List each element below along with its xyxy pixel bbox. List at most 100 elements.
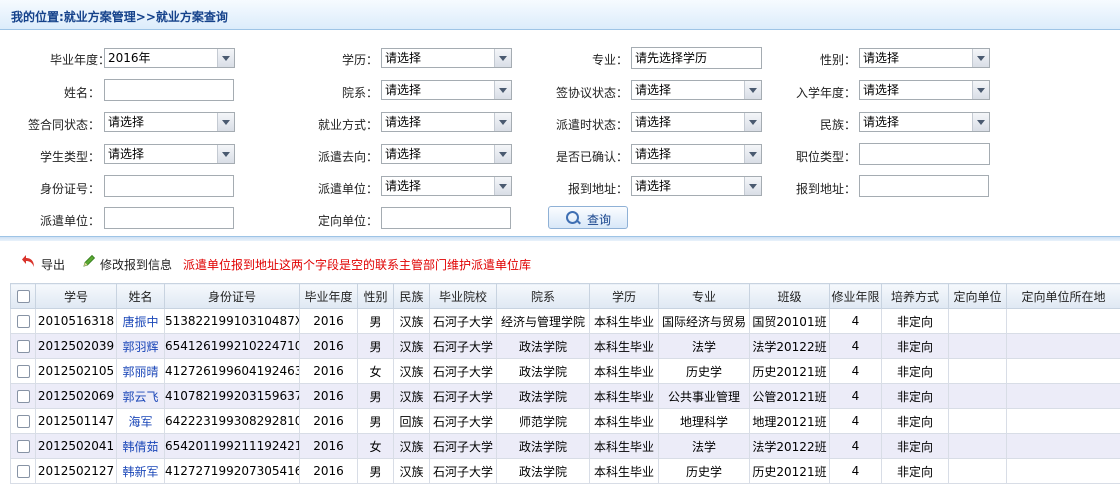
col-header[interactable]: 姓名 [116, 283, 165, 309]
dispatch-unit-select[interactable]: 请选择 [381, 176, 512, 196]
grad-year-select[interactable]: 2016年 [104, 48, 235, 68]
table-cell: 石河子大学 [429, 358, 497, 384]
enroll-year-select[interactable]: 请选择 [859, 80, 990, 100]
table-cell: 654126199210224710 [164, 333, 300, 359]
table-cell: 412726199604192463 [164, 358, 300, 384]
report-address-field[interactable] [859, 175, 989, 197]
table-cell: 女 [357, 358, 394, 384]
report-address-select[interactable]: 请选择 [631, 176, 762, 196]
chevron-down-icon [217, 49, 234, 67]
enroll-year-label: 入学年度： [795, 86, 856, 100]
col-header[interactable]: 培养方式 [881, 283, 949, 309]
export-button[interactable]: 导出 [41, 256, 65, 273]
table-cell: 石河子大学 [429, 308, 497, 334]
table-cell: 非定向 [881, 333, 949, 359]
student-name-link[interactable]: 唐振中 [116, 308, 165, 334]
row-checkbox[interactable] [10, 458, 36, 484]
student-name-link[interactable]: 韩倩茹 [116, 433, 165, 459]
table-cell: 石河子大学 [429, 458, 497, 484]
education-select[interactable]: 请选择 [381, 48, 512, 68]
job-type-field[interactable] [859, 143, 990, 165]
table-cell: 本科生毕业 [589, 383, 659, 409]
col-header[interactable]: 修业年限 [829, 283, 882, 309]
directed-unit-field[interactable] [381, 207, 511, 229]
table-cell: 2016 [299, 358, 358, 384]
student-name-link[interactable]: 郭丽晴 [116, 358, 165, 384]
student-name-link[interactable]: 海军 [116, 408, 165, 434]
table-cell: 地理科学 [658, 408, 750, 434]
search-icon [566, 211, 579, 224]
table-cell: 政法学院 [496, 458, 590, 484]
query-button-label: 查询 [587, 213, 612, 227]
table-row[interactable]: 2012502069 郭云飞 410782199203159637 2016 男汉族 石河… [10, 383, 1120, 409]
department-select[interactable]: 请选择 [381, 80, 512, 100]
table-cell [1006, 308, 1120, 334]
table-cell: 汉族 [393, 383, 430, 409]
table-cell: 非定向 [881, 383, 949, 409]
table-row[interactable]: 2012501147 海军 642223199308292810 2016 男回族 石河子… [10, 408, 1120, 434]
col-header[interactable]: 学号 [35, 283, 117, 309]
agreement-status-select[interactable]: 请选择 [631, 80, 762, 100]
table-cell: 2012502041 [35, 433, 117, 459]
table-cell: 法学 [658, 433, 750, 459]
query-button[interactable]: 查询 [548, 206, 628, 229]
table-cell: 男 [357, 333, 394, 359]
student-name-link[interactable]: 韩新军 [116, 458, 165, 484]
col-header[interactable]: 毕业年度 [299, 283, 358, 309]
contract-status-select[interactable]: 请选择 [104, 112, 235, 132]
chevron-down-icon [494, 177, 511, 195]
col-header[interactable]: 院系 [496, 283, 590, 309]
confirmed-select[interactable]: 请选择 [631, 144, 762, 164]
row-checkbox[interactable] [10, 383, 36, 409]
row-checkbox[interactable] [10, 308, 36, 334]
dispatch-direction-select[interactable]: 请选择 [381, 144, 512, 164]
employ-mode-select[interactable]: 请选择 [381, 112, 512, 132]
col-header[interactable]: 定向单位所在地 [1006, 283, 1120, 309]
gender-select[interactable]: 请选择 [859, 48, 990, 68]
major-field[interactable]: 请先选择学历 [631, 47, 762, 69]
table-cell [948, 308, 1007, 334]
table-row[interactable]: 2012502127 韩新军 412727199207305416 2016 男汉族 石河… [10, 458, 1120, 484]
select-all-checkbox[interactable] [10, 283, 36, 309]
chevron-down-icon [494, 113, 511, 131]
col-header[interactable]: 民族 [393, 283, 430, 309]
name-field[interactable] [104, 79, 234, 101]
table-cell: 法学 [658, 333, 750, 359]
table-cell [948, 358, 1007, 384]
col-header[interactable]: 毕业院校 [429, 283, 497, 309]
employ-mode-label: 就业方式： [317, 118, 378, 132]
col-header[interactable]: 学历 [589, 283, 659, 309]
col-header[interactable]: 班级 [749, 283, 830, 309]
ethnicity-select[interactable]: 请选择 [859, 112, 990, 132]
student-type-select[interactable]: 请选择 [104, 144, 235, 164]
row-checkbox[interactable] [10, 333, 36, 359]
table-cell: 汉族 [393, 333, 430, 359]
student-name-link[interactable]: 郭云飞 [116, 383, 165, 409]
table-cell: 石河子大学 [429, 408, 497, 434]
table-cell: 石河子大学 [429, 333, 497, 359]
row-checkbox[interactable] [10, 358, 36, 384]
row-checkbox[interactable] [10, 408, 36, 434]
dispatch-status-select[interactable]: 请选择 [631, 112, 762, 132]
col-header[interactable]: 定向单位 [948, 283, 1007, 309]
ethnicity-label: 民族： [819, 118, 856, 132]
table-cell: 汉族 [393, 308, 430, 334]
edit-report-info-button[interactable]: 修改报到信息 [100, 256, 172, 273]
table-row[interactable]: 2012502039 郭羽辉 654126199210224710 2016 男汉族 石河… [10, 333, 1120, 359]
id-number-field[interactable] [104, 175, 234, 197]
table-cell [1006, 383, 1120, 409]
col-header[interactable]: 专业 [658, 283, 750, 309]
chevron-down-icon [972, 81, 989, 99]
student-name-link[interactable]: 郭羽辉 [116, 333, 165, 359]
name-label: 姓名： [63, 86, 100, 100]
col-header[interactable]: 身份证号 [164, 283, 300, 309]
table-cell: 历史20121班 [749, 358, 830, 384]
row-checkbox[interactable] [10, 433, 36, 459]
table-cell [1006, 458, 1120, 484]
dispatch-unit-field[interactable] [104, 207, 234, 229]
contract-status-label: 签合同状态： [27, 118, 100, 132]
table-row[interactable]: 2010516318 唐振中 51382219910310487X 2016 男汉族 石河… [10, 308, 1120, 334]
col-header[interactable]: 性别 [357, 283, 394, 309]
table-row[interactable]: 2012502041 韩倩茹 654201199211192421 2016 女汉族 石河… [10, 433, 1120, 459]
table-row[interactable]: 2012502105 郭丽晴 412726199604192463 2016 女汉族 石河… [10, 358, 1120, 384]
